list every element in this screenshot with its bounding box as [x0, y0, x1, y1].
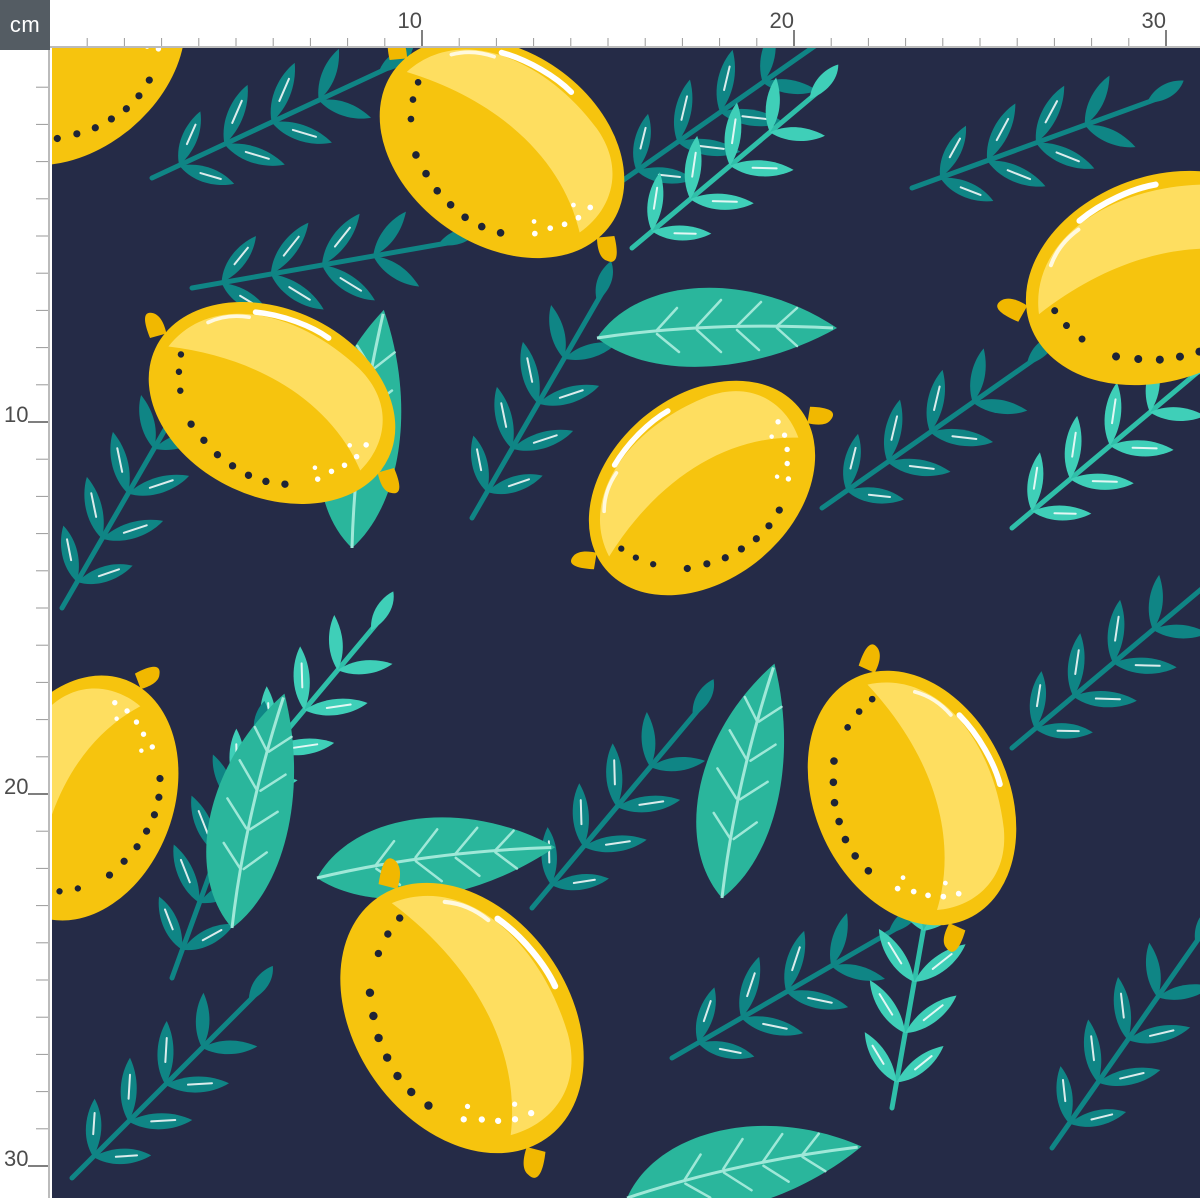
top-ruler-ticks: [50, 30, 1200, 48]
top-ruler-label-30: 30: [1142, 8, 1166, 33]
left-ruler-label-10: 10: [4, 402, 28, 427]
top-ruler-label-10: 10: [398, 8, 422, 33]
top-ruler: 10 20 30: [50, 0, 1200, 50]
left-ruler-label-20: 20: [4, 774, 28, 799]
unit-badge: cm: [0, 0, 50, 50]
left-ruler-label-30: 30: [4, 1146, 28, 1171]
fabric-swatch: [52, 48, 1200, 1198]
left-ruler: 10 20 30: [0, 50, 50, 1198]
top-ruler-label-20: 20: [770, 8, 794, 33]
left-ruler-ticks: [28, 50, 50, 1198]
unit-label: cm: [9, 12, 41, 37]
